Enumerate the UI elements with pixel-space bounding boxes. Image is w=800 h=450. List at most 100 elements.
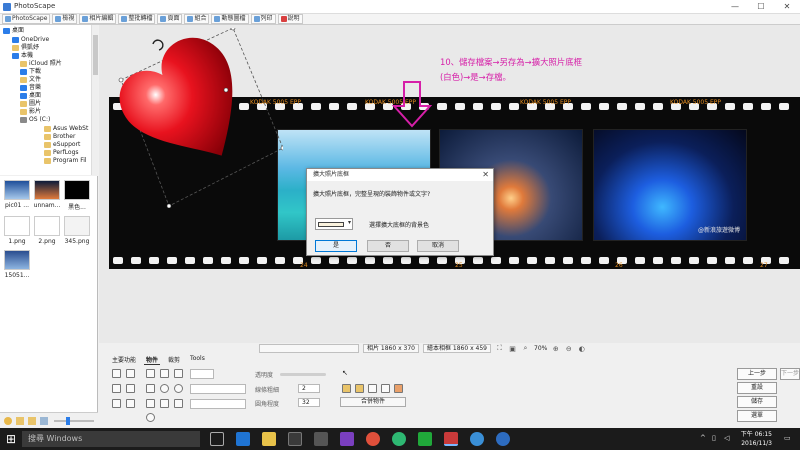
cancel-button[interactable]: 取消 <box>417 240 459 252</box>
tab-photoscape[interactable]: PhotoScape <box>2 14 51 24</box>
tree-item-user[interactable]: 俱凱妤 <box>12 44 39 52</box>
app-icon[interactable] <box>314 432 328 446</box>
menu-button[interactable]: 選單 <box>737 410 777 422</box>
tree-item-music[interactable]: 音樂 <box>20 84 41 92</box>
resize-handle[interactable] <box>166 203 172 208</box>
tab-tools[interactable]: Tools <box>188 355 207 365</box>
tab-editor[interactable]: 相片編輯 <box>79 14 117 24</box>
thumbnail-size-slider[interactable] <box>54 420 94 422</box>
reset-button[interactable]: 重設 <box>737 382 777 394</box>
task-view-icon[interactable] <box>210 432 224 446</box>
rounded-rect-tool-icon[interactable] <box>146 384 155 393</box>
app-icon[interactable] <box>392 432 406 446</box>
thumbnail-item[interactable]: 15051... <box>3 250 31 279</box>
tray-expand-icon[interactable]: ^ <box>700 434 706 442</box>
file-explorer-icon[interactable] <box>262 432 276 446</box>
folder-up-icon[interactable] <box>28 417 36 425</box>
chrome-icon[interactable] <box>366 432 380 446</box>
merge-objects-button[interactable]: 合併物件 <box>340 397 406 407</box>
notification-icon[interactable]: ▭ <box>784 434 791 442</box>
close-button[interactable]: ✕ <box>774 0 800 14</box>
line-tool-icon[interactable] <box>160 369 169 378</box>
tray-clock[interactable]: 下午 06:15 2016/11/3 <box>741 430 772 448</box>
tree-item-program-files[interactable]: Program Fil <box>44 157 87 165</box>
yes-button[interactable]: 是 <box>315 240 357 252</box>
network-icon[interactable]: ▯ <box>712 434 716 442</box>
ellipse-tool-icon[interactable] <box>174 384 183 393</box>
send-back-icon[interactable] <box>355 384 364 393</box>
star-icon[interactable] <box>4 417 12 425</box>
copy-object-icon[interactable] <box>368 384 377 393</box>
tab-object[interactable]: 物件 <box>144 355 161 365</box>
rotate-handle-icon[interactable] <box>152 39 164 51</box>
background-color-picker[interactable]: ▾ <box>315 218 353 230</box>
tab-gif[interactable]: 動態圖檔 <box>211 14 249 24</box>
windows-start-icon[interactable]: ⊞ <box>6 432 16 446</box>
scrollbar-thumb[interactable] <box>93 35 98 75</box>
slider-thumb[interactable] <box>66 417 70 425</box>
corner-radius-input[interactable]: 32 <box>298 398 320 407</box>
tree-item-esupport[interactable]: eSupport <box>44 141 80 149</box>
undo-button[interactable]: 上一步 <box>737 368 777 380</box>
speech-bubble-icon[interactable] <box>112 384 121 393</box>
heart-tool-icon[interactable] <box>174 399 183 408</box>
tree-item-onedrive[interactable]: OneDrive <box>12 36 49 44</box>
fit-icon[interactable]: ⛶ <box>495 344 504 353</box>
thumbnail-item[interactable]: 1.png <box>3 216 31 245</box>
app-icon[interactable] <box>496 432 510 446</box>
app-icon[interactable] <box>340 432 354 446</box>
cursor-icon[interactable]: ↖ <box>342 369 351 378</box>
stamp-icon[interactable] <box>112 399 121 408</box>
edge-icon[interactable] <box>236 432 250 446</box>
zoom-in-icon[interactable]: ⊕ <box>551 345 560 353</box>
photoscape-taskbar-icon[interactable] <box>444 432 458 446</box>
actual-size-icon[interactable]: ▣ <box>508 345 517 353</box>
text-icon[interactable] <box>126 399 135 408</box>
tab-combine[interactable]: 組合 <box>184 14 210 24</box>
resize-handle[interactable] <box>118 77 124 83</box>
line-style-dropdown[interactable] <box>190 384 246 394</box>
zoom-out-icon[interactable]: ⊖ <box>564 345 573 353</box>
rotate-icon[interactable]: ◐ <box>577 345 586 353</box>
tree-item-drive-c[interactable]: OS (C:) <box>20 116 50 124</box>
line-icon[interactable] <box>418 432 432 446</box>
clipart-icon[interactable] <box>126 384 135 393</box>
dialog-close-button[interactable]: ✕ <box>482 169 489 181</box>
photo-object-icon[interactable] <box>112 369 121 378</box>
no-button[interactable]: 否 <box>367 240 409 252</box>
thumbnail-item[interactable]: unnam... <box>33 180 61 209</box>
redo-button[interactable]: 下一步 <box>780 368 800 380</box>
tree-item-downloads[interactable]: 下載 <box>20 68 41 76</box>
color-dropdown[interactable] <box>190 369 214 379</box>
border-width-input[interactable]: 2 <box>298 384 320 393</box>
tab-viewer[interactable]: 檢視 <box>52 14 78 24</box>
tree-item-desktop[interactable]: 桌面 <box>3 27 24 35</box>
taskbar-search[interactable]: 搜尋 Windows <box>22 431 200 447</box>
polygon-tool-icon[interactable] <box>160 399 169 408</box>
circle-tool-icon[interactable] <box>160 384 169 393</box>
tab-home[interactable]: 主要功能 <box>110 355 138 365</box>
delete-object-icon[interactable] <box>394 384 403 393</box>
volume-icon[interactable]: ◁ <box>724 434 729 442</box>
store-icon[interactable] <box>288 432 302 446</box>
heart-object[interactable] <box>113 28 283 208</box>
chevron-down-icon[interactable]: ▾ <box>348 219 351 226</box>
select-tool-icon[interactable] <box>146 369 155 378</box>
tab-batch[interactable]: 整批轉檔 <box>118 14 156 24</box>
maximize-button[interactable]: ☐ <box>748 0 774 14</box>
resize-handle[interactable] <box>223 87 229 93</box>
tree-item-desktop-2[interactable]: 桌面 <box>20 92 41 100</box>
tree-item-documents[interactable]: 文件 <box>20 76 41 84</box>
thumbnail-item[interactable]: 2.png <box>33 216 61 245</box>
thumbnail-item[interactable]: 黑色... <box>63 180 91 211</box>
tree-item-perflogs[interactable]: PerfLogs <box>44 149 79 157</box>
thumbnail-item[interactable]: 345.png <box>63 216 91 245</box>
tab-crop[interactable]: 裁剪 <box>166 355 182 365</box>
custom-shape-icon[interactable] <box>146 413 155 422</box>
thumbnail-item[interactable]: pic01 ... <box>3 180 31 209</box>
tree-scrollbar[interactable] <box>91 25 98 175</box>
view-icon[interactable] <box>40 417 48 425</box>
tab-page[interactable]: 頁面 <box>157 14 183 24</box>
resize-handle[interactable] <box>230 28 236 31</box>
rectangle-tool-icon[interactable] <box>174 369 183 378</box>
